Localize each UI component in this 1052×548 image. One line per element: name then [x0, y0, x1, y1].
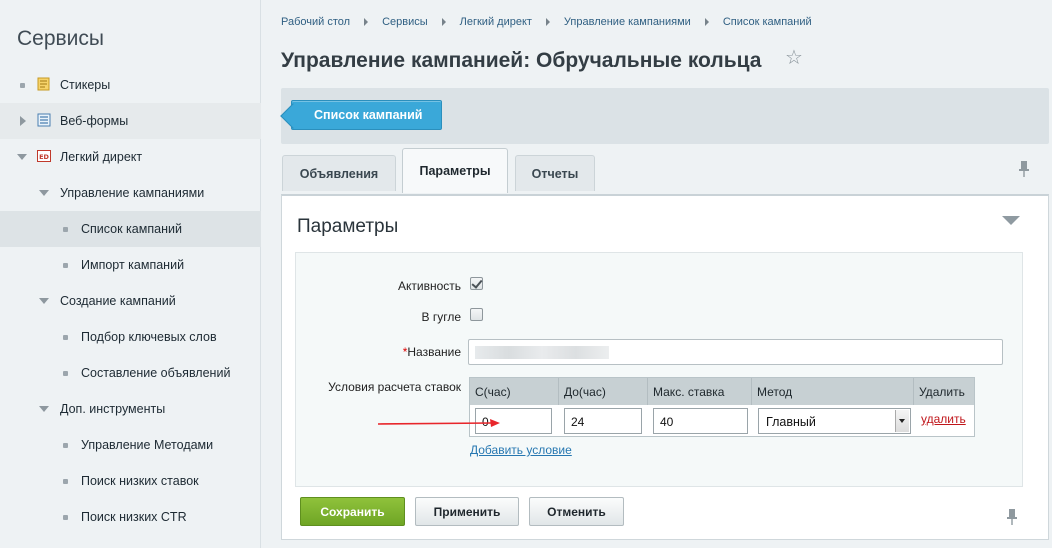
campaign-list-button[interactable]: Список кампаний	[291, 100, 443, 130]
sidebar-item-campaign-creation[interactable]: Создание кампаний	[0, 283, 261, 319]
sidebar-title: Сервисы	[17, 27, 105, 50]
chevron-down-icon	[895, 410, 909, 432]
parameters-form: Активность В гугле *Название Условия рас…	[295, 252, 1023, 487]
sidebar-item-label: Стикеры	[60, 78, 111, 92]
bullet-icon	[60, 224, 70, 234]
tab-parameters[interactable]: Параметры	[402, 148, 508, 193]
bullet-icon	[60, 368, 70, 378]
sidebar-item-low-ctr[interactable]: Поиск низких CTR	[0, 499, 261, 535]
annotation-arrow-icon	[378, 419, 500, 427]
sidebar-item-label: Создание кампаний	[60, 294, 176, 308]
sidebar-item-method-management[interactable]: Управление Методами	[0, 427, 261, 463]
tab-reports[interactable]: Отчеты	[515, 155, 595, 191]
sidebar-item-label: Составление объявлений	[81, 366, 231, 380]
table-row: 0 24 40 Главный удалить	[470, 405, 974, 436]
sidebar-item-label: Управление Методами	[81, 438, 214, 452]
google-label: В гугле	[421, 310, 461, 324]
bullet-icon	[60, 260, 70, 270]
collapse-arrow-icon[interactable]	[39, 296, 49, 306]
collapse-arrow-icon[interactable]	[39, 188, 49, 198]
sidebar-item-label: Импорт кампаний	[81, 258, 185, 272]
cancel-button[interactable]: Отменить	[529, 497, 624, 526]
webform-icon	[37, 113, 51, 127]
sidebar-item-extra-tools[interactable]: Доп. инструменты	[0, 391, 261, 427]
sidebar-item-label: Подбор ключевых слов	[81, 330, 217, 344]
sidebar-item-label: Поиск низких ставок	[81, 474, 199, 488]
table-header: Метод	[752, 378, 914, 405]
delete-link[interactable]: удалить	[921, 412, 966, 426]
breadcrumb-link[interactable]: Список кампаний	[723, 16, 812, 28]
redacted-name-value	[475, 346, 609, 359]
panel-title: Параметры	[297, 216, 399, 237]
sidebar-item-label: Управление кампаниями	[60, 186, 205, 200]
breadcrumb-separator-icon	[704, 18, 709, 26]
table-header: С(час)	[470, 378, 559, 405]
campaign-list-button-label: Список кампаний	[314, 108, 423, 122]
apply-button[interactable]: Применить	[415, 497, 519, 526]
breadcrumb-link[interactable]: Легкий директ	[460, 16, 532, 28]
collapse-icon[interactable]	[1002, 216, 1020, 225]
star-icon[interactable]: ☆	[785, 45, 803, 70]
toolbar: Список кампаний	[281, 88, 1049, 144]
bullet-icon	[60, 440, 70, 450]
bullet-icon	[60, 476, 70, 486]
sidebar: Сервисы Стикеры Веб-формы ED Легкий дире…	[0, 0, 261, 548]
sidebar-item-campaign-management[interactable]: Управление кампаниями	[0, 175, 261, 211]
sidebar-item-label: Список кампаний	[81, 222, 182, 236]
bullet-icon	[60, 512, 70, 522]
breadcrumb-link[interactable]: Рабочий стол	[281, 16, 350, 28]
breadcrumb-separator-icon	[441, 18, 446, 26]
sidebar-item-keyword-selection[interactable]: Подбор ключевых слов	[0, 319, 261, 355]
page-title: Управление кампанией: Обручальные кольца	[281, 49, 762, 72]
main-content: Рабочий стол Сервисы Легкий директ Управ…	[262, 0, 1052, 548]
max-bid-input[interactable]: 40	[653, 408, 748, 434]
active-label: Активность	[397, 279, 461, 293]
conditions-label: Условия расчета ставок	[328, 380, 461, 394]
table-header: Макс. ставка	[648, 378, 752, 405]
to-hour-input[interactable]: 24	[564, 408, 642, 434]
sidebar-item-campaign-import[interactable]: Импорт кампаний	[0, 247, 261, 283]
sidebar-item-label: Легкий директ	[60, 150, 143, 164]
sidebar-item-low-bids[interactable]: Поиск низких ставок	[0, 463, 261, 499]
pin-icon[interactable]	[1018, 160, 1030, 178]
breadcrumb-separator-icon	[364, 18, 369, 26]
easy-direct-icon: ED	[37, 150, 51, 162]
parameters-panel: Параметры Активность В гугле *Название У…	[281, 194, 1049, 540]
expand-arrow-icon[interactable]	[18, 116, 28, 126]
name-label-text: Название	[407, 345, 461, 359]
table-header: Удалить	[914, 378, 974, 405]
collapse-arrow-icon[interactable]	[39, 404, 49, 414]
google-checkbox[interactable]	[470, 308, 483, 321]
sidebar-item-stickers[interactable]: Стикеры	[0, 67, 261, 103]
sticker-icon	[37, 77, 50, 91]
tab-ads[interactable]: Объявления	[282, 155, 396, 191]
method-select[interactable]: Главный	[758, 408, 911, 434]
breadcrumb: Рабочий стол Сервисы Легкий директ Управ…	[281, 16, 812, 28]
conditions-table: С(час) До(час) Макс. ставка Метод Удалит…	[469, 377, 975, 437]
active-checkbox[interactable]	[470, 277, 483, 290]
table-header: До(час)	[559, 378, 648, 405]
breadcrumb-link[interactable]: Сервисы	[382, 16, 428, 28]
name-label: *Название	[296, 345, 461, 359]
breadcrumb-separator-icon	[545, 18, 550, 26]
svg-text:ED: ED	[39, 153, 49, 161]
sidebar-item-easy-direct[interactable]: ED Легкий директ	[0, 139, 261, 175]
save-button[interactable]: Сохранить	[300, 497, 405, 526]
add-condition-link[interactable]: Добавить условие	[470, 443, 572, 457]
pin-icon[interactable]	[1006, 508, 1018, 526]
sidebar-item-webforms[interactable]: Веб-формы	[0, 103, 261, 139]
bullet-icon	[17, 80, 27, 90]
sidebar-item-label: Поиск низких CTR	[81, 510, 187, 524]
bullet-icon	[60, 332, 70, 342]
method-select-value: Главный	[766, 415, 816, 429]
sidebar-item-ad-composition[interactable]: Составление объявлений	[0, 355, 261, 391]
breadcrumb-link[interactable]: Управление кампаниями	[564, 16, 691, 28]
collapse-arrow-icon[interactable]	[17, 152, 27, 162]
sidebar-item-campaign-list[interactable]: Список кампаний	[0, 211, 261, 247]
sidebar-item-label: Доп. инструменты	[60, 402, 166, 416]
name-field[interactable]	[468, 339, 1003, 365]
sidebar-item-label: Веб-формы	[60, 114, 129, 128]
